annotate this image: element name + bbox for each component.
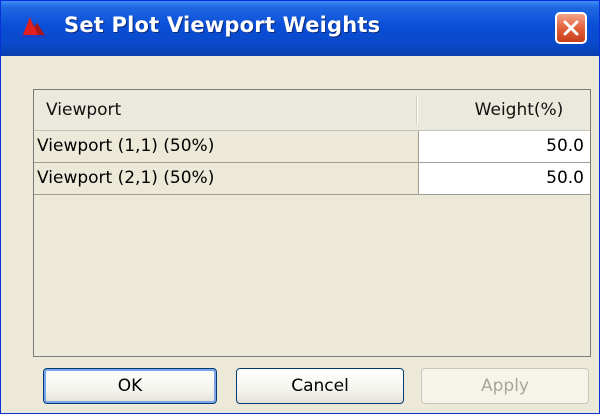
weight-cell[interactable]: 50.0 bbox=[419, 163, 590, 194]
viewport-cell[interactable]: Viewport (1,1) (50%) bbox=[34, 131, 419, 162]
close-button[interactable] bbox=[555, 12, 587, 44]
cancel-button[interactable]: Cancel bbox=[236, 368, 404, 404]
ok-button[interactable]: OK bbox=[43, 368, 217, 404]
column-divider[interactable] bbox=[416, 96, 417, 124]
weight-cell[interactable]: 50.0 bbox=[419, 131, 590, 162]
window-title: Set Plot Viewport Weights bbox=[64, 13, 381, 37]
column-header-viewport[interactable]: Viewport bbox=[46, 90, 121, 130]
title-bar[interactable]: Set Plot Viewport Weights bbox=[1, 1, 599, 56]
column-header-weight[interactable]: Weight(%) bbox=[449, 90, 589, 130]
dialog-window: Set Plot Viewport Weights Viewport Weigh… bbox=[0, 0, 600, 414]
apply-button[interactable]: Apply bbox=[421, 368, 589, 404]
table-row[interactable]: Viewport (2,1) (50%) 50.0 bbox=[34, 163, 590, 195]
table-row[interactable]: Viewport (1,1) (50%) 50.0 bbox=[34, 131, 590, 163]
app-icon bbox=[21, 17, 47, 38]
viewport-cell[interactable]: Viewport (2,1) (50%) bbox=[34, 163, 419, 194]
close-icon bbox=[563, 20, 579, 36]
viewport-weights-table: Viewport Weight(%) Viewport (1,1) (50%) … bbox=[33, 89, 591, 357]
table-header: Viewport Weight(%) bbox=[34, 90, 590, 131]
